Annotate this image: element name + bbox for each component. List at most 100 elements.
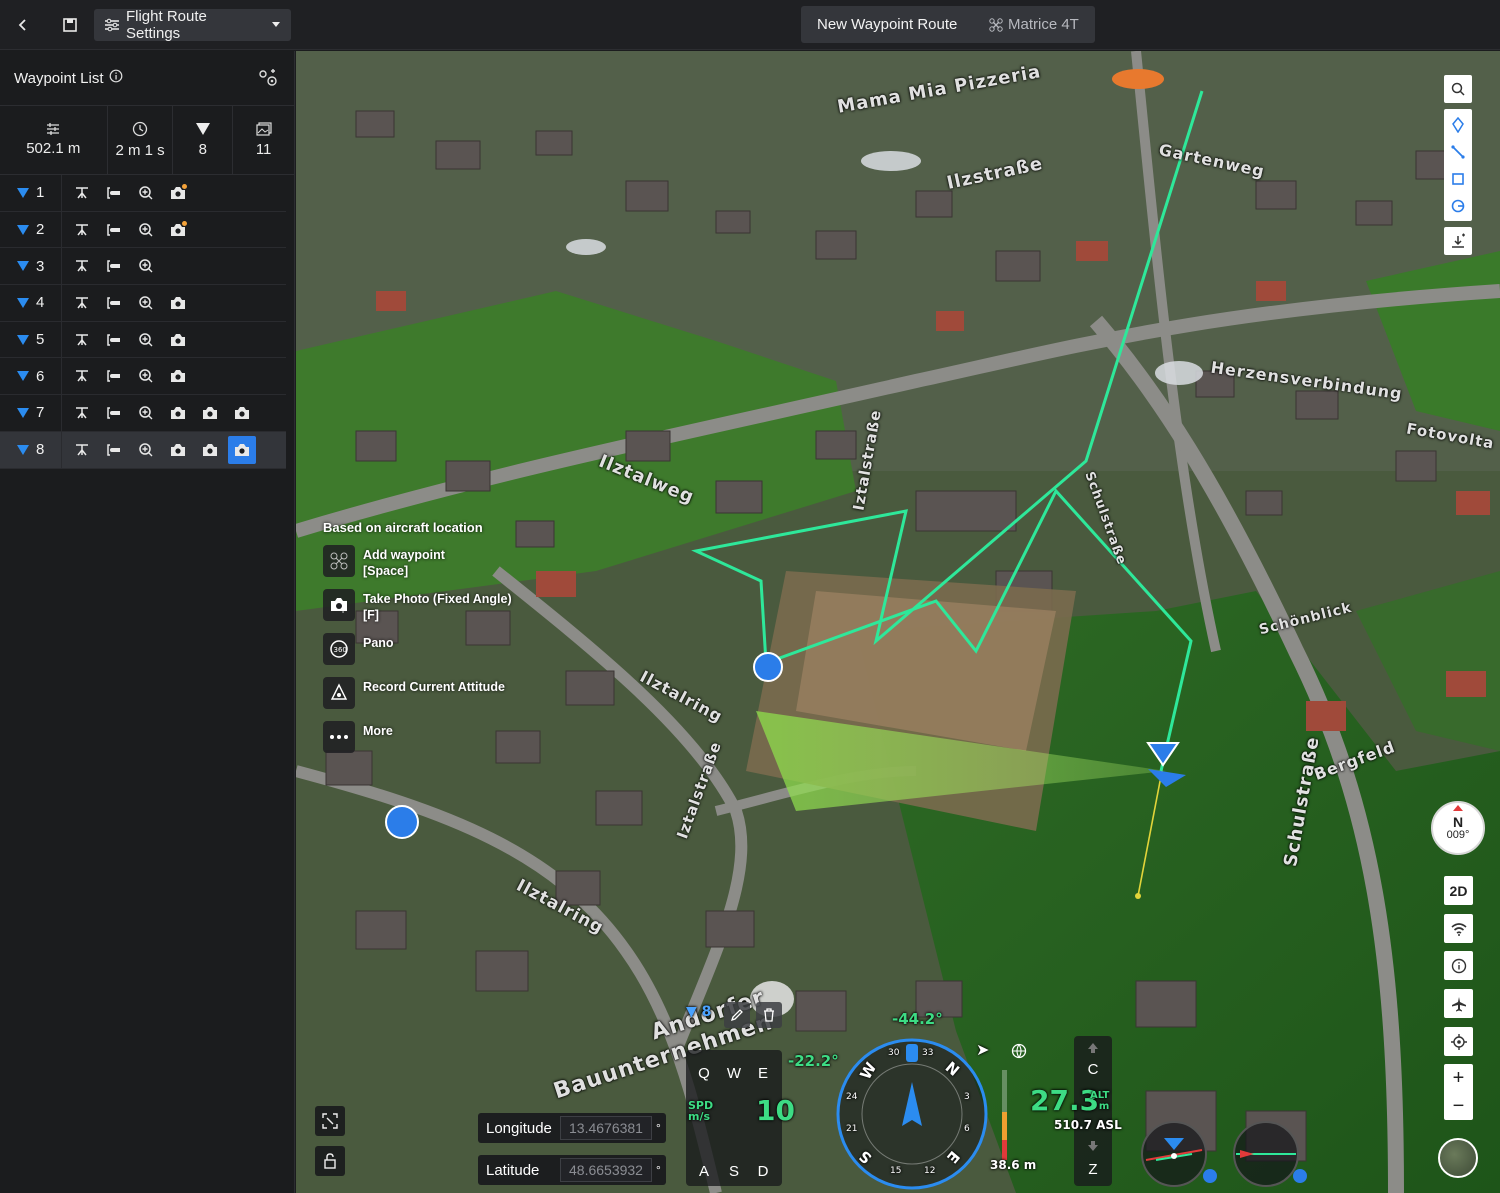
waypoint-row[interactable]: 3 [0,248,286,286]
map-compass[interactable]: N 009° [1431,801,1485,855]
record-attitude-button[interactable]: Record Current Attitude [323,677,512,721]
longitude-input[interactable]: 13.4676381 [560,1116,652,1140]
waypoint-settings-icon[interactable] [258,69,278,92]
route-name[interactable]: New Waypoint Route [801,16,971,33]
zoom-icon[interactable] [130,436,162,464]
waypoint-number[interactable]: 4 [0,285,62,321]
context-menu-header: Based on aircraft location [323,520,483,535]
waypoint-number[interactable]: 7 [0,395,62,431]
delete-waypoint-button[interactable] [756,1002,782,1028]
pencil-icon [730,1009,743,1022]
zoom-icon[interactable] [130,326,162,354]
save-button[interactable] [56,12,84,38]
waypoint-row[interactable]: 5 [0,321,286,359]
globe-button[interactable] [1008,1040,1030,1062]
key-s[interactable]: S [721,1158,747,1184]
camera-icon[interactable] [162,289,194,317]
gimbal-icon[interactable] [98,436,130,464]
camera-icon[interactable] [228,435,256,464]
waypoint-row[interactable]: 7 [0,395,286,432]
waypoint-number[interactable]: 3 [0,248,62,285]
waypoint-number[interactable]: 6 [0,358,62,395]
zoom-icon[interactable] [130,289,162,317]
edit-waypoint-button[interactable] [724,1002,750,1028]
airplane-icon [1451,996,1466,1011]
waypoint-row[interactable]: 4 [0,285,286,322]
signal-button[interactable] [1444,914,1473,943]
waypoint-number-label: 4 [36,294,45,312]
key-z[interactable]: Z [1080,1156,1106,1182]
hover-icon[interactable] [66,436,98,464]
back-button[interactable] [10,12,36,38]
zoom-icon[interactable] [130,399,162,427]
camera-icon[interactable] [162,179,194,207]
zoom-icon[interactable] [130,252,162,280]
aircraft-locate-button[interactable] [1444,989,1473,1018]
polygon-tool-button[interactable] [1444,165,1472,192]
camera-icon[interactable] [162,326,194,354]
hover-icon[interactable] [66,326,98,354]
camera-icon[interactable] [162,216,194,244]
map-search-button[interactable] [1444,75,1472,103]
key-e[interactable]: E [750,1060,776,1086]
add-waypoint-button[interactable]: Add waypoint [Space] [323,545,512,589]
gimbal-icon[interactable] [98,362,130,390]
gimbal-icon[interactable] [98,252,130,280]
waypoint-number[interactable]: 8 [0,431,62,468]
compass-letter: N [1452,814,1464,830]
gimbal-icon[interactable] [98,289,130,317]
map-layer-thumbnail[interactable] [1438,1138,1478,1178]
top-bar: Flight Route Settings New Waypoint Route… [0,0,1500,50]
latitude-input[interactable]: 48.6653932 [560,1158,652,1182]
view-mode-toggle[interactable]: 2D [1444,876,1473,905]
take-photo-button[interactable]: F Take Photo (Fixed Angle) [F] [323,589,512,633]
waypoint-row[interactable]: 1 [0,175,286,212]
info-icon[interactable] [109,69,123,88]
lock-button[interactable] [315,1146,345,1176]
zoom-icon[interactable] [130,362,162,390]
gimbal-icon[interactable] [98,326,130,354]
info-button[interactable] [1444,951,1473,980]
longitude-unit: ° [656,1121,661,1135]
zoom-icon[interactable] [130,216,162,244]
import-button[interactable] [1444,227,1472,255]
waypoint-number[interactable]: 2 [0,211,62,248]
key-d[interactable]: D [750,1158,776,1184]
camera-icon[interactable] [194,399,226,427]
more-button[interactable]: More [323,721,512,765]
my-location-button[interactable] [1444,1027,1473,1056]
hover-icon[interactable] [66,362,98,390]
waypoint-number[interactable]: 1 [0,175,62,211]
hover-icon[interactable] [66,252,98,280]
waypoint-number[interactable]: 5 [0,321,62,358]
camera-icon[interactable] [162,436,194,464]
key-w[interactable]: W [721,1060,747,1086]
waypoint-row[interactable]: 8 [0,431,286,469]
key-c[interactable]: C [1080,1056,1106,1082]
add-waypoint-shortcut: [Space] [363,564,409,578]
zoom-in-button[interactable]: + [1453,1067,1465,1090]
circle-tool-button[interactable] [1444,192,1472,219]
key-a[interactable]: A [691,1158,717,1184]
flight-route-settings-dropdown[interactable]: Flight Route Settings [94,8,291,42]
pano-button[interactable]: 360 Pano [323,633,512,677]
zoom-icon[interactable] [130,179,162,207]
key-q[interactable]: Q [691,1060,717,1086]
hover-icon[interactable] [66,179,98,207]
camera-icon[interactable] [226,399,258,427]
hover-icon[interactable] [66,399,98,427]
hover-icon[interactable] [66,289,98,317]
zoom-out-button[interactable]: − [1453,1095,1465,1118]
hover-icon[interactable] [66,216,98,244]
waypoint-row[interactable]: 6 [0,358,286,396]
camera-icon[interactable] [162,362,194,390]
gimbal-icon[interactable] [98,399,130,427]
pin-tool-button[interactable] [1444,111,1472,138]
camera-icon[interactable] [194,436,226,464]
camera-icon[interactable] [162,399,194,427]
line-tool-button[interactable] [1444,138,1472,165]
waypoint-row[interactable]: 2 [0,211,286,249]
gimbal-icon[interactable] [98,216,130,244]
fit-view-button[interactable] [315,1106,345,1136]
gimbal-icon[interactable] [98,179,130,207]
